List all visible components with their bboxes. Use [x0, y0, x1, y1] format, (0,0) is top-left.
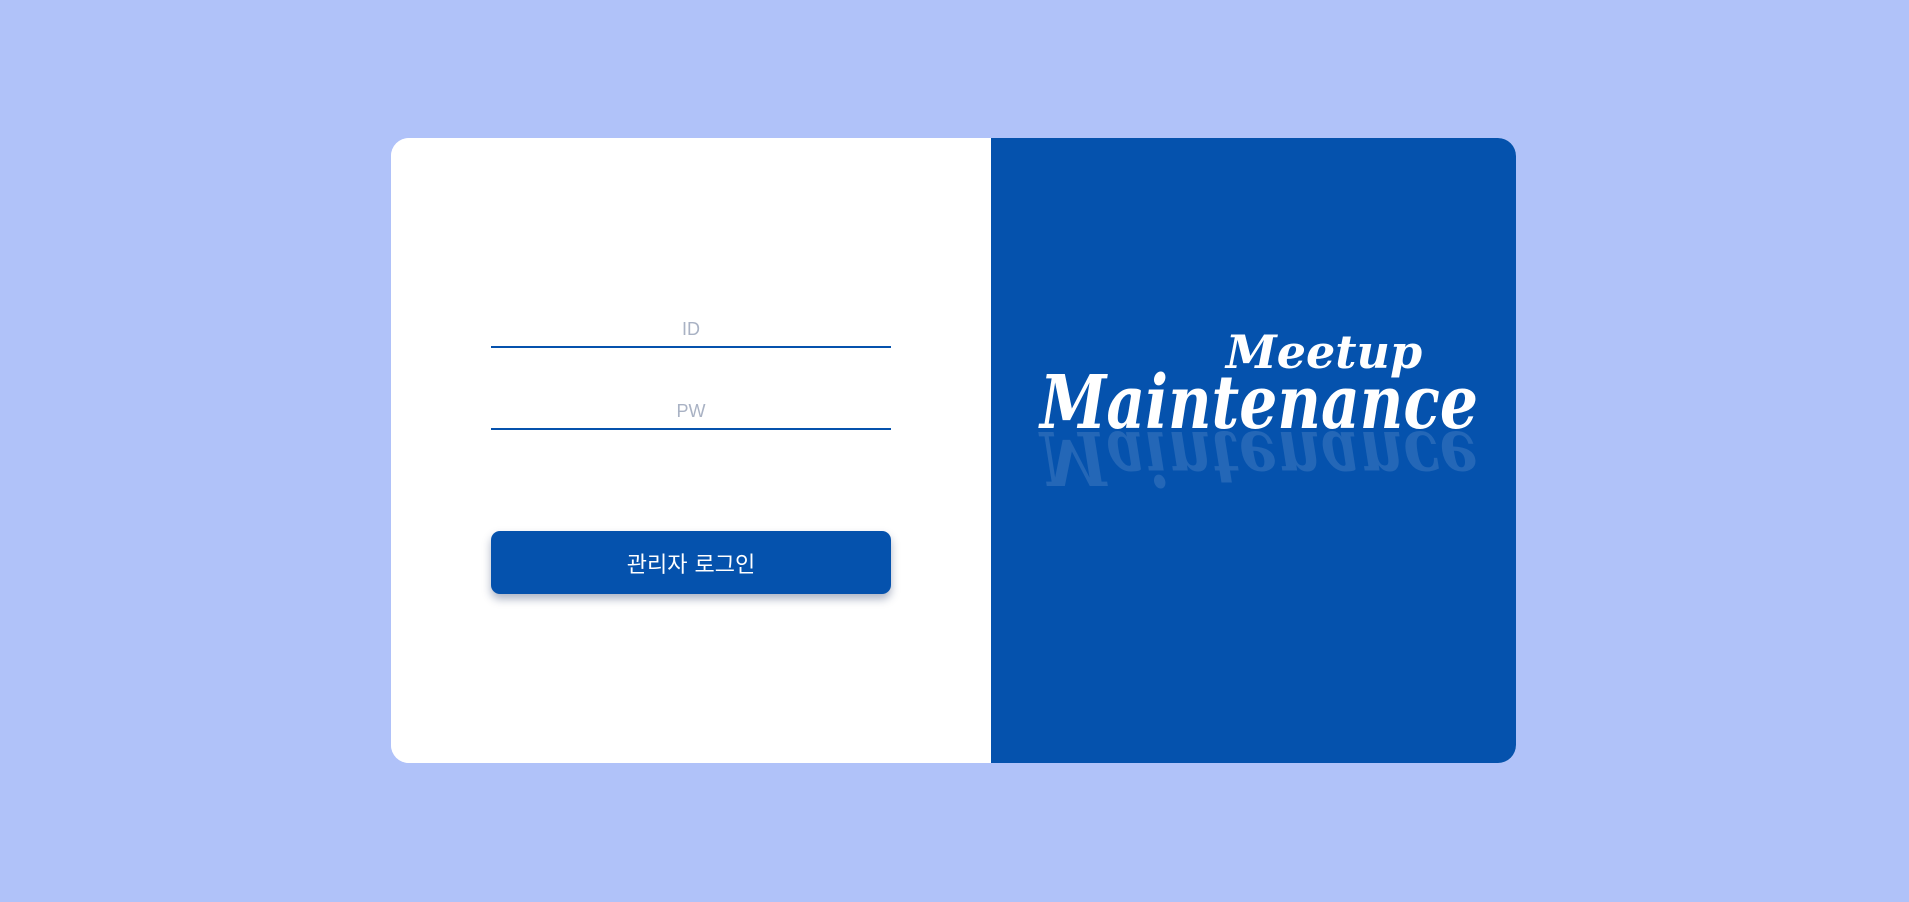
- id-input[interactable]: [491, 312, 891, 348]
- logo-reflection-word: Maintenance: [1038, 414, 1478, 500]
- password-input[interactable]: [491, 394, 891, 430]
- logo-reflection: Maintenance: [1038, 414, 1478, 500]
- login-form-panel: 관리자 로그인: [391, 138, 991, 763]
- meetup-maintenance-logo: Meetup Maintenance Maintenance: [1038, 325, 1478, 500]
- login-card: 관리자 로그인 Meetup Maintenance Maintenance: [391, 138, 1516, 763]
- admin-login-button[interactable]: 관리자 로그인: [491, 531, 891, 594]
- brand-panel: Meetup Maintenance Maintenance: [991, 138, 1516, 763]
